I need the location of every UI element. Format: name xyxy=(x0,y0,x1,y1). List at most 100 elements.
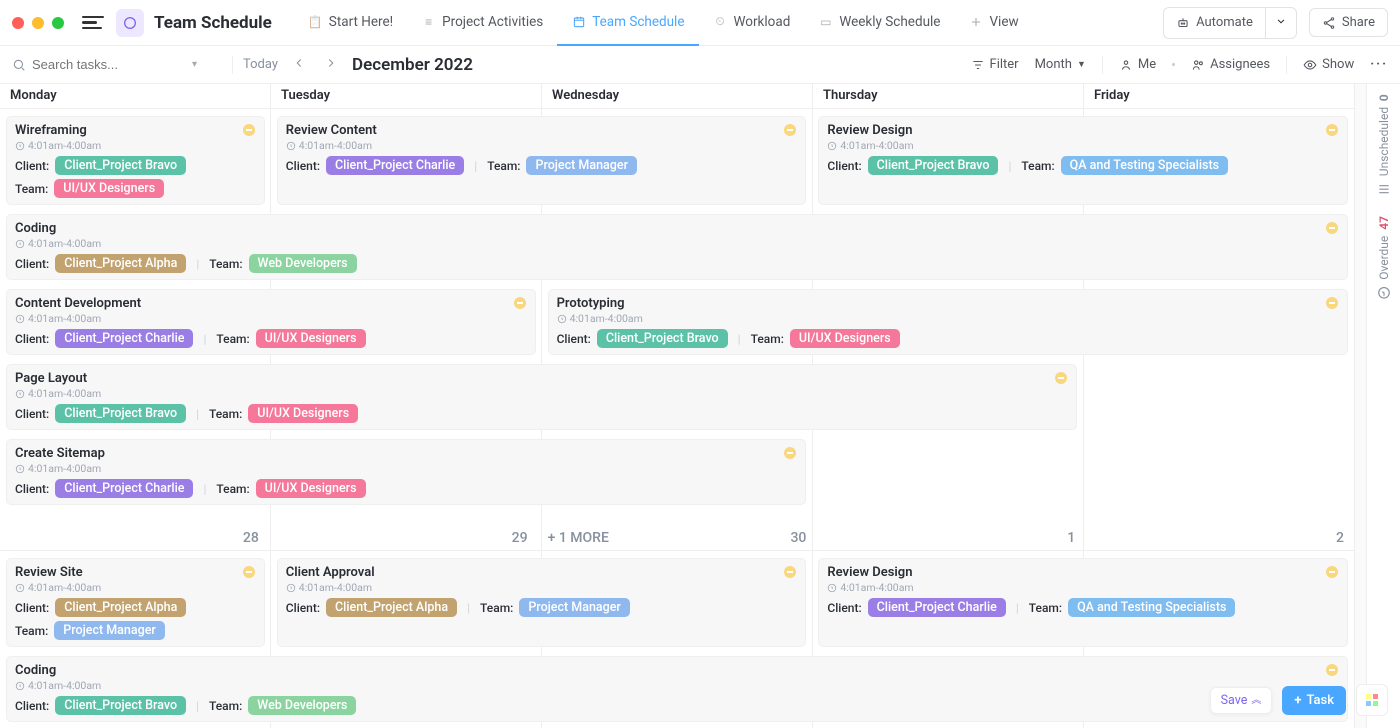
event-title: Coding xyxy=(15,663,1339,678)
event-meta: Client:Client_Project Alpha|Team:Project… xyxy=(286,598,798,617)
automate-caret[interactable] xyxy=(1265,8,1296,38)
automate-button-group: Automate xyxy=(1163,7,1297,39)
tab-weekly-schedule[interactable]: ▭Weekly Schedule xyxy=(804,0,954,46)
client-pill: Client_Project Charlie xyxy=(55,479,193,498)
tab-team-schedule[interactable]: Team Schedule xyxy=(557,0,698,46)
more-events-link[interactable]: + 1 MORE xyxy=(548,530,609,546)
right-tools: Filter Month▼ Me Assignees Show ··· xyxy=(971,56,1388,74)
status-icon xyxy=(1326,124,1338,136)
client-pill: Client_Project Bravo xyxy=(55,404,186,423)
event-lane: Content Development4:01am-4:00amClient:C… xyxy=(0,286,1354,358)
close-window[interactable] xyxy=(12,17,24,29)
event-title: Prototyping xyxy=(557,296,1339,311)
assignees-filter[interactable]: Assignees xyxy=(1191,57,1270,72)
filter-button[interactable]: Filter xyxy=(971,57,1019,72)
tab-project-activities[interactable]: ≡Project Activities xyxy=(407,0,557,46)
calendar-event[interactable]: Content Development4:01am-4:00amClient:C… xyxy=(6,289,536,355)
calendar-event[interactable]: Prototyping4:01am-4:00am Client:Client_Pr… xyxy=(548,289,1348,355)
event-meta: Client:Client_Project Charlie|Team:UI/UX… xyxy=(15,479,797,498)
event-time: 4:01am-4:00am xyxy=(15,581,256,594)
day-headers: MondayTuesdayWednesdayThursdayFriday xyxy=(0,84,1354,108)
apps-button[interactable] xyxy=(1356,684,1388,716)
event-time: 4:01am-4:00am xyxy=(15,387,1068,400)
day-header: Friday xyxy=(1084,84,1354,108)
unscheduled-panel-toggle[interactable]: Unscheduled 0 xyxy=(1377,94,1391,196)
app-logo-icon[interactable] xyxy=(116,9,144,37)
tab-icon xyxy=(968,14,983,29)
share-button[interactable]: Share xyxy=(1309,8,1388,37)
calendar-event[interactable]: Review Content4:01am-4:00amClient:Client… xyxy=(277,116,807,205)
page-title: Team Schedule xyxy=(154,13,272,33)
share-label: Share xyxy=(1342,15,1375,30)
event-title: Review Design xyxy=(827,565,1339,580)
calendar-event[interactable]: Page Layout4:01am-4:00amClient:Client_Pr… xyxy=(6,364,1077,430)
event-time: 4:01am-4:00am xyxy=(827,139,1339,152)
tab-icon: ▭ xyxy=(818,14,833,29)
calendar-event[interactable]: Review Design4:01am-4:00amClient:Client_… xyxy=(818,116,1348,205)
status-icon xyxy=(243,124,255,136)
maximize-window[interactable] xyxy=(52,17,64,29)
day-number: 2 xyxy=(1085,530,1354,546)
period-label: December 2022 xyxy=(352,55,473,75)
event-meta: Team:Project Manager xyxy=(15,621,256,640)
tab-start-here-[interactable]: 📋 Start Here! xyxy=(294,0,407,46)
event-lane: Create Sitemap4:01am-4:00amClient:Client… xyxy=(0,436,1354,508)
calendar-event[interactable]: Wireframing4:01am-4:00amClient:Client_Pr… xyxy=(6,116,265,205)
new-task-button[interactable]: + Task xyxy=(1282,686,1346,715)
tab-label: Workload xyxy=(734,14,791,30)
event-meta: Client:Client_Project Alpha xyxy=(15,598,256,617)
tab-label: Project Activities xyxy=(442,14,543,30)
robot-icon xyxy=(1176,16,1190,30)
search-caret[interactable]: ▾ xyxy=(188,55,201,74)
tab-icon: 📋 xyxy=(308,14,323,29)
view-tabs: 📋 Start Here! ≡Project ActivitiesTeam Sche… xyxy=(294,0,1033,46)
calendar: MondayTuesdayWednesdayThursdayFriday 28 2… xyxy=(0,84,1354,728)
prev-period[interactable] xyxy=(288,52,310,78)
event-meta: Client:Client_Project Charlie|Team:Proje… xyxy=(286,156,798,175)
floating-controls: Save ︽ + Task xyxy=(1210,684,1388,716)
calendar-event[interactable]: Review Design4:01am-4:00amClient:Client_… xyxy=(818,558,1348,647)
team-pill: UI/UX Designers xyxy=(256,479,366,498)
calendar-event[interactable]: Coding4:01am-4:00amClient:Client_Project… xyxy=(6,214,1348,280)
event-lane: Wireframing4:01am-4:00amClient:Client_Pr… xyxy=(0,113,1354,208)
next-period[interactable] xyxy=(320,52,342,78)
calendar-event[interactable]: Create Sitemap4:01am-4:00amClient:Client… xyxy=(6,439,806,505)
hamburger-menu-icon[interactable] xyxy=(82,12,104,34)
me-filter[interactable]: Me xyxy=(1119,57,1156,72)
status-icon xyxy=(1326,566,1338,578)
tab-label: Start Here! xyxy=(329,14,393,30)
calendar-event[interactable]: Coding4:01am-4:00amClient:Client_Project… xyxy=(6,656,1348,722)
client-pill: Client_Project Charlie xyxy=(55,329,193,348)
status-icon xyxy=(243,566,255,578)
search-icon xyxy=(12,58,26,72)
day-number: 1 xyxy=(816,530,1085,546)
chevron-right-icon xyxy=(324,56,338,70)
tab-workload[interactable]: ⏲Workload xyxy=(699,0,805,46)
event-time: 4:01am-4:00am xyxy=(15,237,1339,250)
chevron-left-icon xyxy=(292,56,306,70)
event-time: 4:01am-4:00am xyxy=(557,312,1339,325)
event-meta: Client:Client_Project Bravo|Team:UI/UX D… xyxy=(557,329,1339,348)
scrollbar[interactable] xyxy=(1354,84,1366,728)
client-pill: Client_Project Bravo xyxy=(55,696,186,715)
save-button[interactable]: Save ︽ xyxy=(1210,687,1273,714)
day-header: Tuesday xyxy=(271,84,542,108)
event-title: Client Approval xyxy=(286,565,798,580)
calendar-event[interactable]: Review Site4:01am-4:00amClient:Client_Pr… xyxy=(6,558,265,647)
add-view-tab[interactable]: View xyxy=(954,0,1032,46)
calendar-event[interactable]: Client Approval4:01am-4:00amClient:Clien… xyxy=(277,558,807,647)
minimize-window[interactable] xyxy=(32,17,44,29)
clock-icon xyxy=(1377,286,1391,300)
range-selector[interactable]: Month▼ xyxy=(1035,57,1086,72)
today-button[interactable]: Today xyxy=(243,57,278,72)
day-number: 28 xyxy=(0,530,269,546)
topbar: Team Schedule 📋 Start Here! ≡Project Activ… xyxy=(0,0,1400,46)
automate-button[interactable]: Automate xyxy=(1164,9,1265,36)
client-pill: Client_Project Bravo xyxy=(868,156,999,175)
overdue-panel-toggle[interactable]: Overdue 47 xyxy=(1377,216,1391,300)
more-menu[interactable]: ··· xyxy=(1370,57,1388,72)
tab-icon xyxy=(571,14,586,29)
automate-label: Automate xyxy=(1196,15,1253,30)
show-button[interactable]: Show xyxy=(1303,57,1354,72)
search-input[interactable] xyxy=(32,57,182,72)
